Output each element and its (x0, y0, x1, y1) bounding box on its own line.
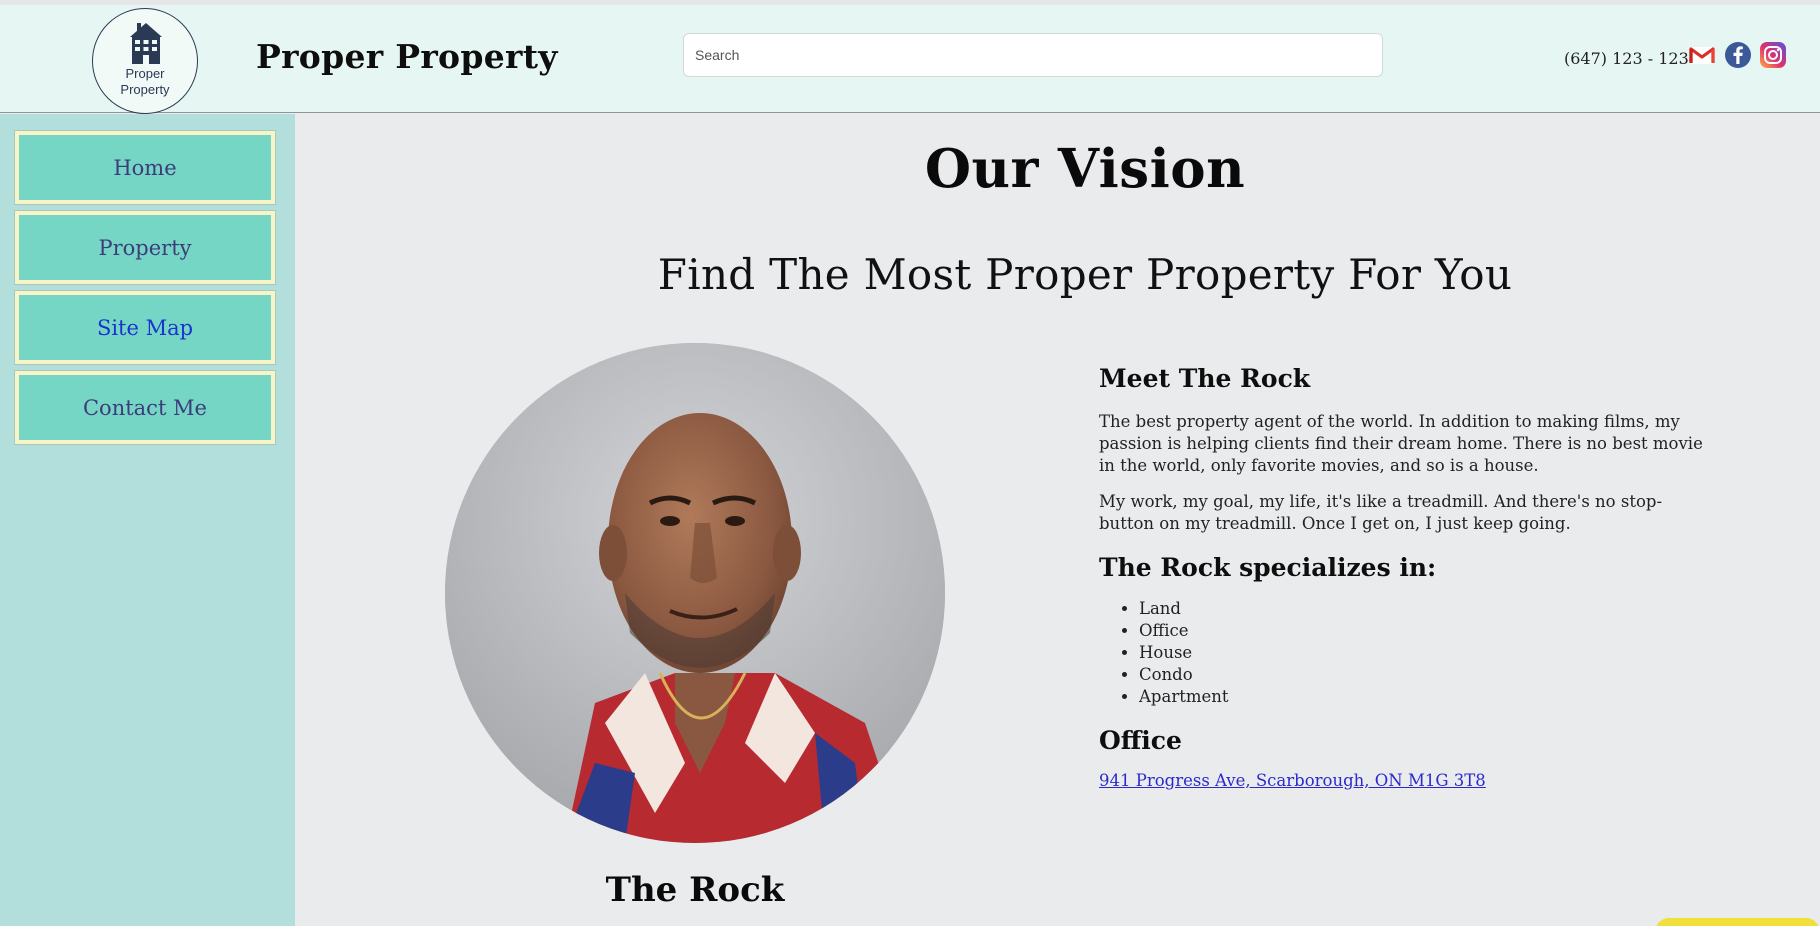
meet-heading: Meet The Rock (1099, 364, 1311, 393)
agent-portrait (445, 343, 945, 843)
page-title: Our Vision (924, 138, 1246, 200)
tagline: Find The Most Proper Property For You (657, 250, 1513, 299)
corner-widget[interactable] (1655, 918, 1820, 926)
phone-number: (647) 123 - 1234 (1564, 49, 1699, 68)
list-item: House (1139, 642, 1709, 664)
list-item: Apartment (1139, 686, 1709, 708)
nav-site-map-button[interactable]: Site Map (14, 290, 276, 365)
logo-line-2: Property (120, 82, 170, 97)
portrait-caption: The Rock (605, 870, 785, 910)
bio-paragraph-2: My work, my goal, my life, it's like a t… (1099, 492, 1663, 533)
nav-contact-me-button[interactable]: Contact Me (14, 370, 276, 445)
office-address-link[interactable]: 941 Progress Ave, Scarborough, ON M1G 3T… (1099, 771, 1486, 790)
logo-text: Proper Property (93, 66, 197, 98)
logo-line-1: Proper (125, 66, 165, 81)
sidebar: Home Property Site Map Contact Me (0, 114, 295, 926)
gmail-icon[interactable] (1688, 41, 1716, 69)
site-logo[interactable]: Proper Property (92, 8, 198, 114)
agent-info: Meet The Rock The best property agent of… (1099, 364, 1709, 790)
list-item: Land (1139, 598, 1709, 620)
facebook-icon[interactable] (1724, 41, 1752, 69)
nav-property-button[interactable]: Property (14, 210, 276, 285)
main-content: Our Vision Find The Most Proper Property… (295, 114, 1820, 926)
specializes-heading: The Rock specializes in: (1099, 553, 1437, 582)
list-item: Condo (1139, 664, 1709, 686)
site-header: Proper Property Proper Property (647) 12… (0, 5, 1820, 114)
list-item: Office (1139, 620, 1709, 642)
bio-paragraph-1: The best property agent of the world. In… (1099, 412, 1703, 475)
house-icon (130, 23, 162, 64)
office-heading: Office (1099, 726, 1182, 755)
search-input[interactable] (683, 33, 1383, 77)
specialties-list: Land Office House Condo Apartment (1139, 598, 1709, 708)
instagram-icon[interactable] (1759, 41, 1787, 69)
nav-home-button[interactable]: Home (14, 130, 276, 205)
brand-title: Proper Property (256, 37, 558, 76)
